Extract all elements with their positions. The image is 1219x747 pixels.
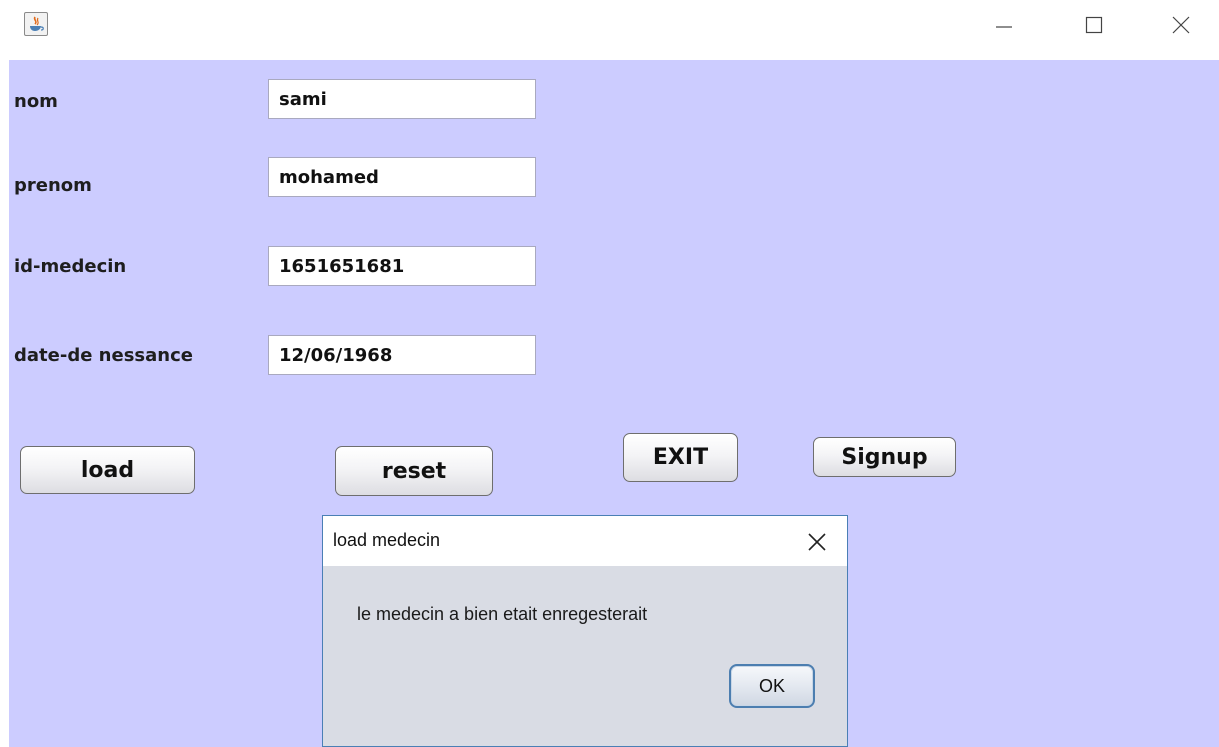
nom-input[interactable]: sami: [268, 79, 536, 119]
dialog-close-button[interactable]: [805, 530, 829, 554]
close-icon: [1172, 16, 1190, 34]
window-title-bar: [0, 0, 1219, 60]
id-medecin-label: id-medecin: [14, 256, 127, 277]
load-button[interactable]: load: [20, 446, 195, 494]
ok-button[interactable]: OK: [729, 664, 815, 708]
dialog-title: load medecin: [333, 530, 441, 550]
signup-button[interactable]: Signup: [813, 437, 956, 477]
date-de-naissance-label: date-de nessance: [14, 345, 193, 366]
load-medecin-dialog: load medecin le medecin a bien etait enr…: [322, 515, 848, 747]
minimize-icon: [996, 26, 1012, 28]
prenom-input[interactable]: mohamed: [268, 157, 536, 197]
window-close-button[interactable]: [1163, 10, 1199, 40]
exit-button[interactable]: EXIT: [623, 433, 738, 482]
date-de-naissance-input[interactable]: 12/06/1968: [268, 335, 536, 375]
reset-button[interactable]: reset: [335, 446, 493, 496]
id-medecin-input[interactable]: 1651651681: [268, 246, 536, 286]
dialog-title-bar: load medecin: [323, 516, 847, 566]
java-app-icon[interactable]: [24, 12, 48, 36]
nom-label: nom: [14, 91, 58, 112]
prenom-label: prenom: [14, 175, 92, 196]
dialog-message: le medecin a bien etait enregesterait: [357, 604, 648, 624]
close-icon: [808, 533, 826, 551]
maximize-icon: [1085, 16, 1103, 34]
minimize-button[interactable]: [986, 10, 1022, 40]
maximize-button[interactable]: [1076, 10, 1112, 40]
